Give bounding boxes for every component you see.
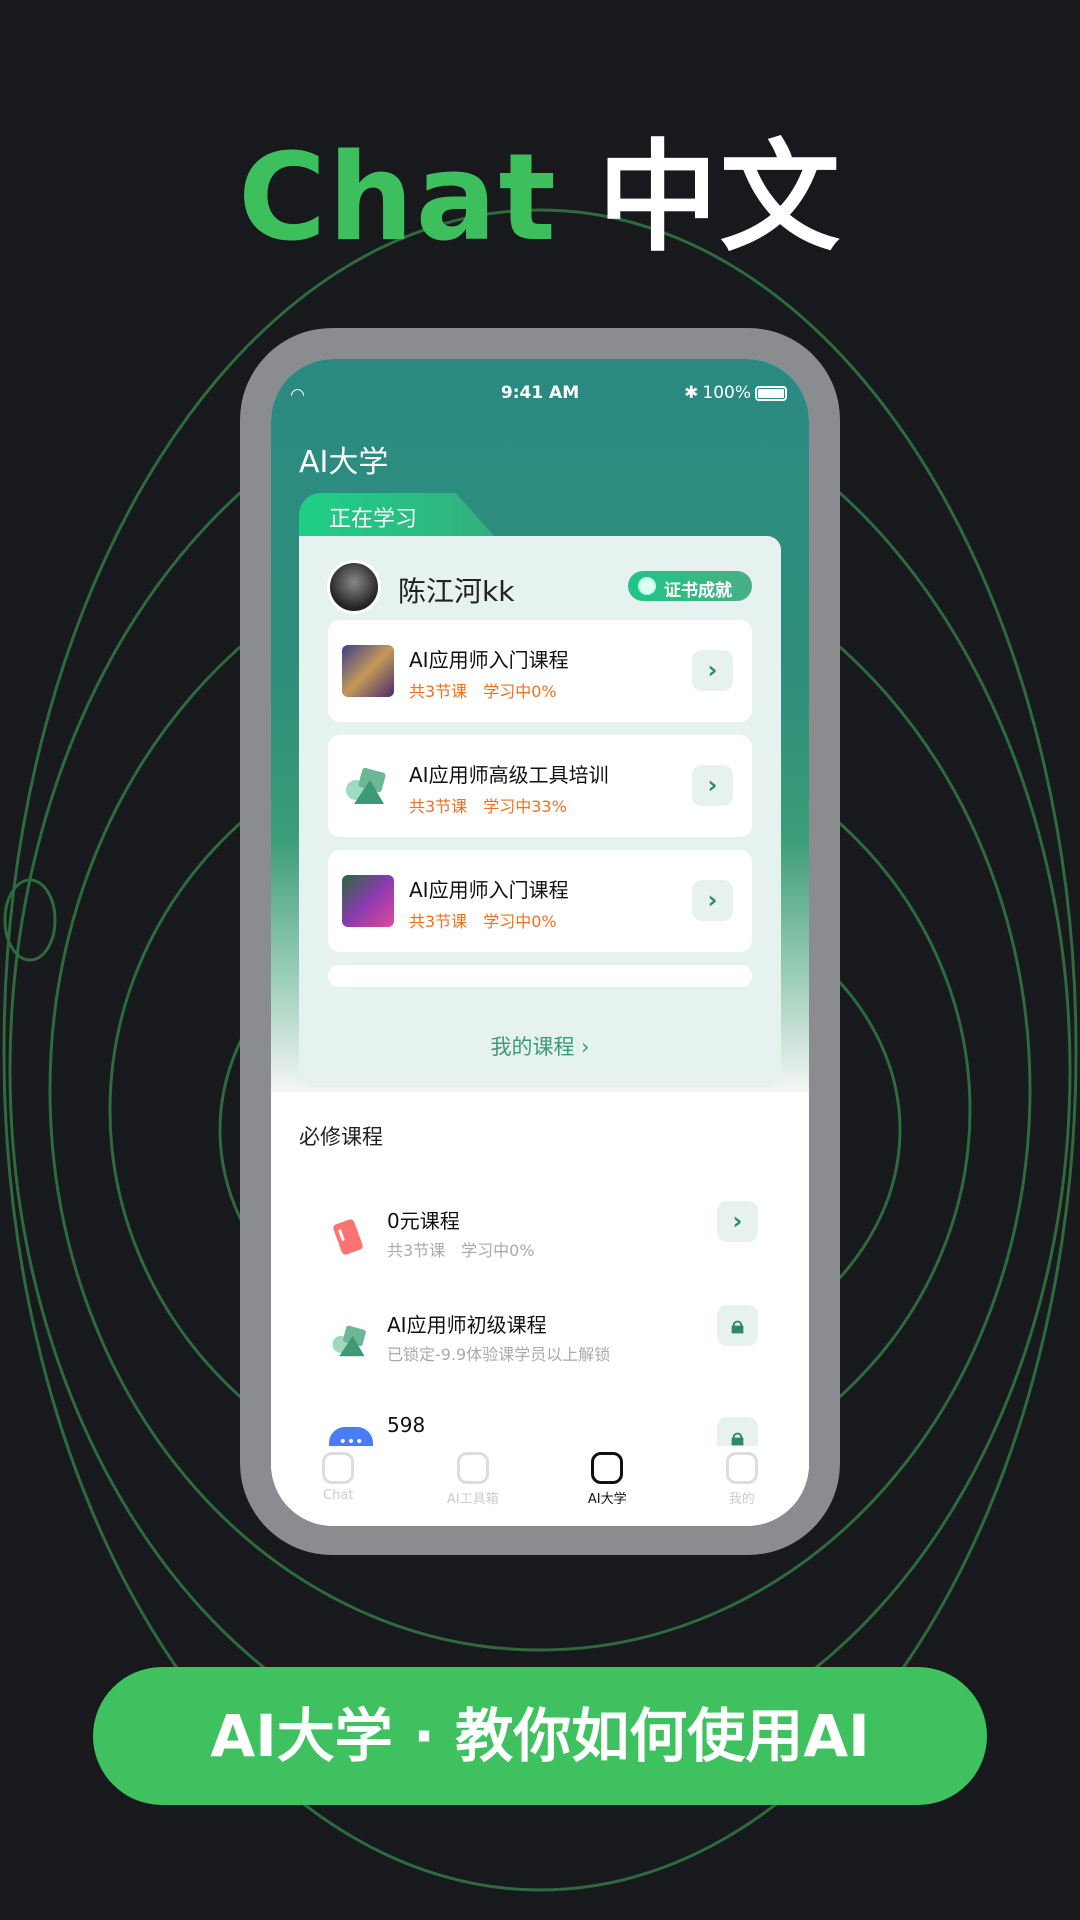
tab-bar: Chat AI工具箱 AI大学 我的 xyxy=(271,1446,809,1526)
tab-ai-university[interactable]: AI大学 xyxy=(540,1446,675,1526)
course-title: AI应用师高级工具培训 xyxy=(409,763,609,787)
tab-label: AI大学 xyxy=(587,1492,627,1507)
promo-banner: AI大学 · 教你如何使用AI xyxy=(93,1667,987,1805)
chat-icon xyxy=(322,1452,355,1484)
course-logo-icon xyxy=(346,767,386,804)
item-subtitle: 已锁定-9.9体验课学员以上解锁 xyxy=(387,1345,611,1364)
course-meta: 共3节课 学习中33% xyxy=(409,797,567,816)
course-item[interactable]: AI应用师入门课程 共3节课 学习中0% › xyxy=(328,620,752,722)
hero-title-cn: 中文 xyxy=(597,129,842,268)
required-item[interactable]: ••• 598 🔒︎ xyxy=(271,1413,809,1446)
hero-title-latin: Chat xyxy=(238,129,558,268)
course-item[interactable]: AI应用师入门课程 共3节课 学习中0% › xyxy=(328,850,752,952)
chevron-right-icon[interactable]: › xyxy=(692,650,733,691)
tab-label: 我的 xyxy=(728,1492,755,1507)
my-courses-link[interactable]: 我的课程 › xyxy=(299,1031,781,1061)
university-icon xyxy=(591,1452,624,1484)
profile-icon xyxy=(725,1452,758,1484)
header-area: ◠ 9:41 AM ✱ 100% AI大学 正在学习 陈江河kk 证书成就 AI应… xyxy=(271,359,809,1092)
tab-me[interactable]: 我的 xyxy=(675,1446,810,1526)
bluetooth-icon: ✱ xyxy=(684,383,699,403)
battery-icon xyxy=(755,385,787,401)
tab-label: AI工具箱 xyxy=(446,1492,499,1507)
chevron-right-icon[interactable]: › xyxy=(692,880,733,921)
lock-icon[interactable]: 🔒︎ xyxy=(717,1417,758,1446)
hero-title: Chat 中文 xyxy=(0,100,1080,274)
course-logo-icon xyxy=(332,1325,366,1357)
tab-chat[interactable]: Chat xyxy=(271,1446,406,1526)
course-thumbnail xyxy=(342,875,394,927)
certificate-button[interactable]: 证书成就 xyxy=(628,571,752,601)
certificate-label: 证书成就 xyxy=(664,581,732,601)
phone-screen: ◠ 9:41 AM ✱ 100% AI大学 正在学习 陈江河kk 证书成就 AI应… xyxy=(271,359,809,1526)
course-title: AI应用师入门课程 xyxy=(409,878,569,902)
tab-label: Chat xyxy=(323,1488,354,1503)
required-item[interactable]: AI应用师初级课程 已锁定-9.9体验课学员以上解锁 🔒︎ xyxy=(271,1305,809,1399)
item-title: 0元课程 xyxy=(387,1209,460,1233)
card-icon xyxy=(333,1219,363,1255)
battery-percent: 100% xyxy=(702,383,751,403)
item-subtitle: 共3节课 学习中0% xyxy=(387,1241,535,1260)
course-meta: 共3节课 学习中0% xyxy=(409,682,557,701)
course-item[interactable]: AI应用师高级工具培训 共3节课 学习中33% › xyxy=(328,735,752,837)
lock-icon[interactable]: 🔒︎ xyxy=(717,1305,758,1346)
status-bar: ◠ 9:41 AM ✱ 100% xyxy=(271,383,809,411)
course-title: AI应用师入门课程 xyxy=(409,648,569,672)
chevron-right-icon[interactable]: › xyxy=(717,1201,758,1242)
required-item[interactable]: 0元课程 共3节课 学习中0% › xyxy=(271,1201,809,1295)
chevron-right-icon[interactable]: › xyxy=(692,765,733,806)
tab-learning[interactable]: 正在学习 xyxy=(299,493,495,537)
compass-icon xyxy=(456,1452,489,1484)
item-title: AI应用师初级课程 xyxy=(387,1313,547,1337)
course-meta: 共3节课 学习中0% xyxy=(409,912,557,931)
section-title: 必修课程 xyxy=(299,1125,383,1149)
course-thumbnail xyxy=(342,645,394,697)
learning-card: 陈江河kk 证书成就 AI应用师入门课程 共3节课 学习中0% › AI应用师高… xyxy=(299,536,781,1087)
chat-bubble-icon: ••• xyxy=(329,1427,373,1446)
user-name: 陈江河kk xyxy=(398,575,515,608)
avatar[interactable] xyxy=(327,560,381,614)
item-title: 598 xyxy=(387,1413,426,1437)
page-title: AI大学 xyxy=(299,445,389,480)
course-item-partial xyxy=(328,965,752,987)
medal-icon xyxy=(638,577,656,595)
tab-ai-tools[interactable]: AI工具箱 xyxy=(406,1446,541,1526)
